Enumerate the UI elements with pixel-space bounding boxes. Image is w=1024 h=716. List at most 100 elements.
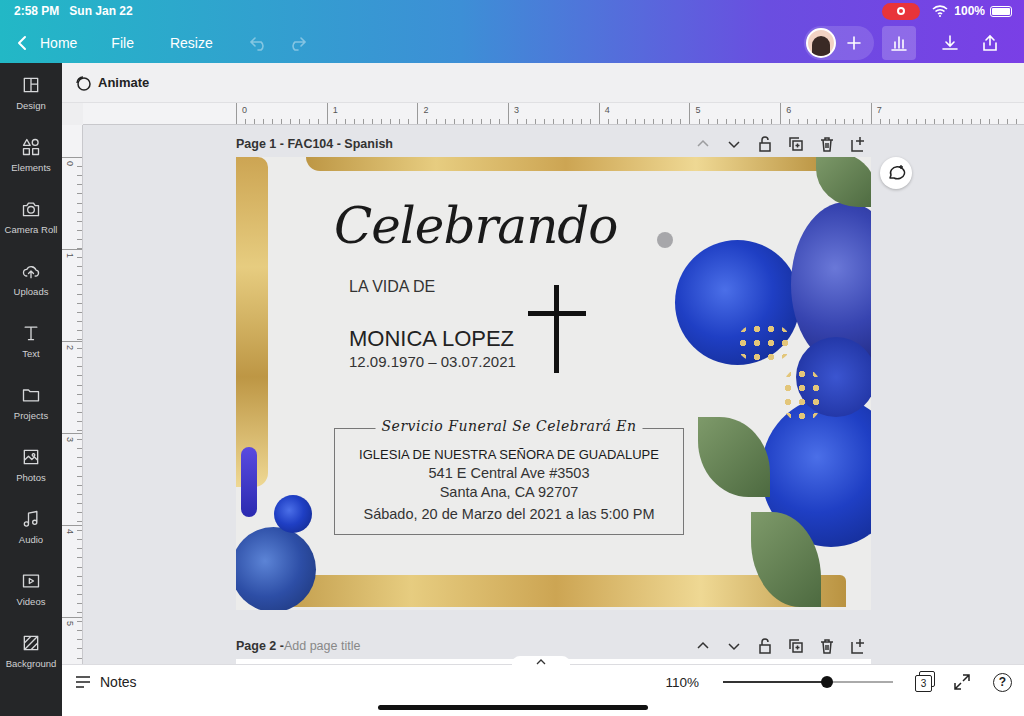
fullscreen-icon[interactable] bbox=[953, 673, 971, 691]
upload-icon bbox=[21, 261, 41, 281]
chevron-left-icon bbox=[16, 35, 28, 51]
horizontal-ruler: 01234567 bbox=[83, 103, 1024, 125]
toolbar: Home File Resize bbox=[0, 22, 1024, 63]
ruler-label: 0 bbox=[65, 161, 75, 171]
battery-icon bbox=[990, 6, 1012, 17]
help-button[interactable]: ? bbox=[993, 673, 1012, 692]
chevron-up-icon bbox=[536, 659, 546, 665]
page-title[interactable]: Page 1 - FAC104 - Spanish bbox=[236, 137, 393, 151]
ruler-label: 4 bbox=[599, 103, 690, 124]
ruler-label: 3 bbox=[65, 437, 75, 447]
share-icon[interactable] bbox=[981, 34, 999, 52]
record-icon bbox=[897, 7, 905, 15]
ruler-label: 2 bbox=[417, 103, 508, 124]
ruler-label: 5 bbox=[689, 103, 780, 124]
background-icon bbox=[21, 633, 41, 653]
status-date: Sun Jan 22 bbox=[69, 4, 132, 18]
chevron-down-icon[interactable] bbox=[725, 135, 743, 153]
sidebar-item[interactable]: Camera Roll bbox=[0, 199, 62, 261]
redo-icon[interactable] bbox=[287, 35, 307, 51]
lock-icon[interactable] bbox=[756, 637, 774, 655]
folder-icon bbox=[21, 385, 41, 405]
duplicate-icon[interactable] bbox=[787, 637, 805, 655]
ruler-label: 1 bbox=[65, 253, 75, 263]
comment-button[interactable] bbox=[880, 157, 912, 189]
menu-button[interactable]: Resize bbox=[170, 35, 213, 51]
editor-main: Animate01234567012345Page 1 - FAC104 - S… bbox=[62, 63, 1024, 716]
add-page-icon[interactable] bbox=[849, 135, 867, 153]
layout-icon bbox=[21, 75, 41, 95]
ruler-label: 6 bbox=[780, 103, 871, 124]
ruler-label: 3 bbox=[508, 103, 599, 124]
ruler-label: 1 bbox=[327, 103, 418, 124]
status-time: 2:58 PM bbox=[14, 4, 59, 18]
sidebar-item[interactable]: Uploads bbox=[0, 261, 62, 323]
venue-box[interactable]: Servicio Funeral Se Celebrará EnIGLESIA … bbox=[334, 428, 684, 535]
design-heading[interactable]: Celebrando bbox=[334, 197, 617, 255]
chevron-down-icon[interactable] bbox=[725, 637, 743, 655]
sidebar-item[interactable]: Videos bbox=[0, 571, 62, 633]
page-title[interactable]: Page 2 -Add page title bbox=[236, 639, 360, 653]
bar-chart-icon bbox=[890, 34, 908, 52]
ruler-label: 0 bbox=[236, 103, 327, 124]
editor: 01234567012345Page 1 - FAC104 - SpanishC… bbox=[62, 103, 1024, 664]
ruler-label: 7 bbox=[871, 103, 962, 124]
zoom-slider[interactable] bbox=[723, 681, 893, 683]
canva-editor: 2:58 PMSun Jan 22100%HomeFileResizeDesig… bbox=[0, 0, 1024, 716]
trash-icon[interactable] bbox=[818, 135, 836, 153]
sidebar-item[interactable]: Elements bbox=[0, 137, 62, 199]
video-icon bbox=[21, 571, 41, 591]
zoom-value[interactable]: 110% bbox=[665, 675, 699, 690]
animate-button[interactable]: Animate bbox=[74, 74, 149, 92]
service-label[interactable]: Servicio Funeral Se Celebrará En bbox=[376, 418, 643, 434]
plus-icon[interactable] bbox=[846, 35, 862, 51]
selection-handle[interactable] bbox=[657, 232, 673, 248]
design-page[interactable]: Celebrando LA VIDA DE MONICA LOPEZ12.09.19… bbox=[236, 157, 871, 610]
ruler-label: 2 bbox=[65, 345, 75, 355]
venue-line[interactable]: Sábado, 20 de Marzo del 2021 a las 5:00 … bbox=[341, 505, 677, 524]
menu-button[interactable]: File bbox=[111, 35, 134, 51]
avatar-icon[interactable] bbox=[806, 28, 836, 58]
sidebar-item[interactable]: Photos bbox=[0, 447, 62, 509]
chevron-up-icon[interactable] bbox=[694, 135, 712, 153]
sidebar-item[interactable]: Background bbox=[0, 633, 62, 695]
lock-icon[interactable] bbox=[756, 135, 774, 153]
page-count-button[interactable]: 3 bbox=[915, 671, 937, 693]
venue-line[interactable]: Santa Ana, CA 92707 bbox=[341, 483, 677, 502]
insights-button[interactable] bbox=[882, 26, 916, 60]
design-name[interactable]: MONICA LOPEZ bbox=[349, 326, 514, 352]
sidebar: DesignElementsCamera RollUploadsTextProj… bbox=[0, 63, 62, 716]
status-bar: 2:58 PMSun Jan 22100% bbox=[0, 0, 1024, 22]
sidebar-item[interactable]: Design bbox=[0, 75, 62, 137]
canvas-workspace: Page 1 - FAC104 - Spanish Celebrando LA VI… bbox=[83, 125, 1024, 664]
design-subheading[interactable]: LA VIDA DE bbox=[349, 278, 435, 296]
recording-indicator bbox=[882, 3, 920, 20]
music-icon bbox=[21, 509, 41, 529]
add-page-icon[interactable] bbox=[849, 637, 867, 655]
download-icon[interactable] bbox=[941, 34, 959, 52]
trash-icon[interactable] bbox=[818, 637, 836, 655]
sidebar-item[interactable]: Text bbox=[0, 323, 62, 385]
top-bar: 2:58 PMSun Jan 22100%HomeFileResize bbox=[0, 0, 1024, 63]
animate-icon bbox=[74, 74, 92, 92]
sidebar-item[interactable]: Projects bbox=[0, 385, 62, 447]
sidebar-item[interactable]: Audio bbox=[0, 509, 62, 571]
notes-icon bbox=[75, 675, 91, 689]
wifi-icon bbox=[932, 5, 948, 17]
photo-icon bbox=[21, 447, 41, 467]
animate-bar: Animate bbox=[62, 63, 1024, 103]
venue-line[interactable]: IGLESIA DE NUESTRA SEÑORA DE GUADALUPE bbox=[341, 445, 677, 464]
notes-button[interactable]: Notes bbox=[75, 674, 137, 690]
undo-icon[interactable] bbox=[249, 35, 269, 51]
venue-line[interactable]: 541 E Central Ave #3503 bbox=[341, 464, 677, 483]
cross-icon[interactable] bbox=[528, 285, 586, 373]
ruler-label: 4 bbox=[65, 529, 75, 539]
pull-tab[interactable] bbox=[512, 656, 570, 668]
duplicate-icon[interactable] bbox=[787, 135, 805, 153]
comment-icon bbox=[886, 163, 906, 183]
design-dates[interactable]: 12.09.1970 – 03.07.2021 bbox=[349, 353, 516, 370]
elements-icon bbox=[21, 137, 41, 157]
home-button[interactable]: Home bbox=[16, 35, 77, 51]
chevron-up-icon[interactable] bbox=[694, 637, 712, 655]
collaborators[interactable] bbox=[804, 26, 874, 60]
